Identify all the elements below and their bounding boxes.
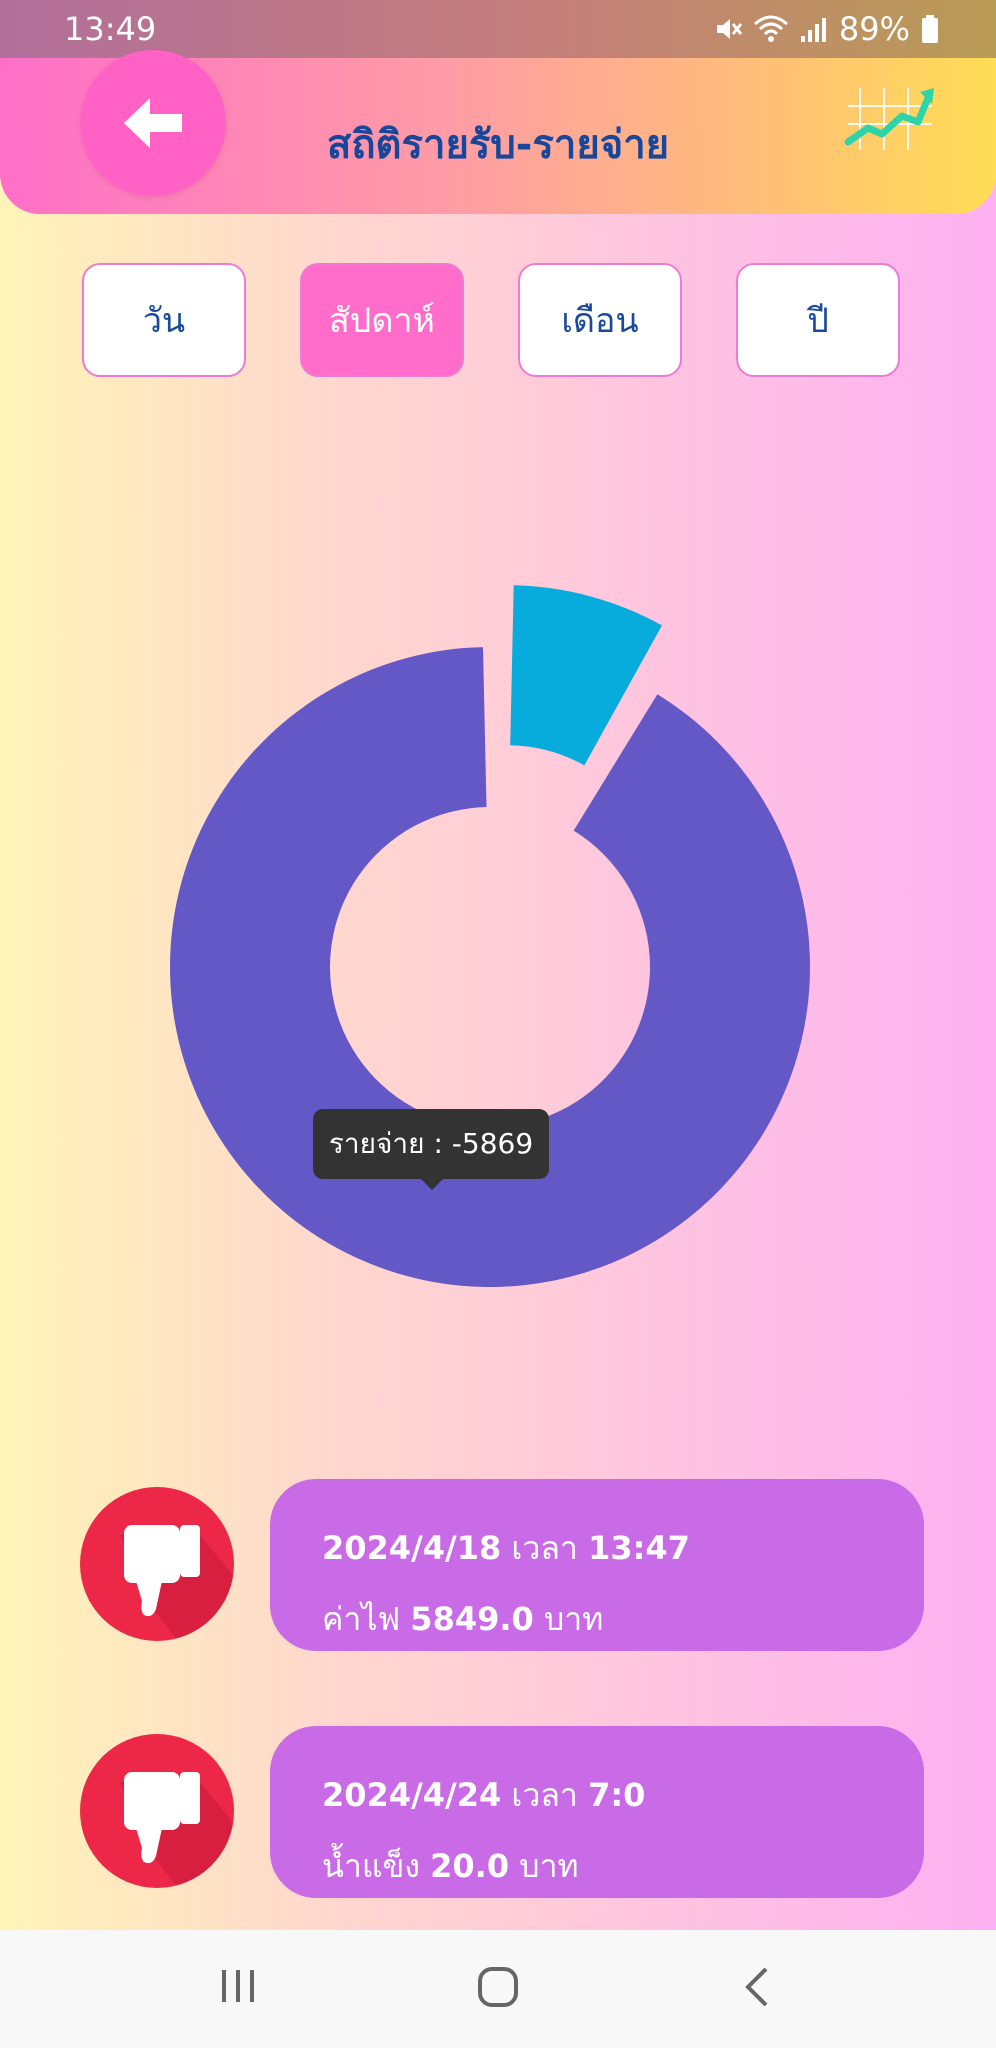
wifi-icon (753, 15, 788, 42)
period-tabs: วัน สัปดาห์ เดือน ปี (82, 263, 900, 377)
status-icons: 89% (713, 10, 940, 48)
donut-slice-expense[interactable] (169, 647, 811, 1287)
tab-month[interactable]: เดือน (518, 263, 682, 377)
expense-badge (80, 1487, 234, 1641)
transaction-row[interactable]: 2024/4/18 เวลา 13:47 ค่าไฟ 5849.0 บาท (78, 1479, 924, 1655)
transaction-time: 7:0 (588, 1776, 646, 1814)
back-nav-icon[interactable] (742, 1966, 772, 2008)
app-header: สถิติรายรับ-รายจ่าย (0, 50, 996, 214)
donut-chart (0, 430, 996, 1440)
signal-icon (800, 18, 826, 42)
recent-apps-icon[interactable] (218, 1966, 258, 2006)
thumbs-down-icon (120, 1525, 234, 1641)
transaction-card: 2024/4/24 เวลา 7:0 น้ำแข็ง 20.0 บาท (270, 1726, 924, 1898)
transaction-datetime: 2024/4/18 เวลา 13:47 (322, 1523, 924, 1574)
transaction-detail: น้ำแข็ง 20.0 บาท (322, 1841, 924, 1892)
transaction-row[interactable]: 2024/4/24 เวลา 7:0 น้ำแข็ง 20.0 บาท (78, 1726, 924, 1902)
tab-week[interactable]: สัปดาห์ (300, 263, 464, 377)
system-nav-bar (0, 1930, 996, 2048)
transaction-datetime: 2024/4/24 เวลา 7:0 (322, 1770, 924, 1821)
home-icon[interactable] (477, 1966, 519, 2008)
thumbs-down-icon (120, 1772, 234, 1888)
transaction-name: น้ำแข็ง (322, 1847, 420, 1885)
time-label: เวลา (511, 1776, 578, 1814)
trend-chart-icon (844, 88, 934, 150)
transaction-date: 2024/4/24 (322, 1776, 502, 1814)
expense-badge (80, 1734, 234, 1888)
tab-year[interactable]: ปี (736, 263, 900, 377)
currency-unit: บาท (519, 1847, 579, 1885)
transaction-amount: 5849.0 (410, 1600, 534, 1638)
tab-day[interactable]: วัน (82, 263, 246, 377)
transaction-card: 2024/4/18 เวลา 13:47 ค่าไฟ 5849.0 บาท (270, 1479, 924, 1651)
battery-percent: 89% (838, 10, 910, 48)
currency-unit: บาท (543, 1600, 604, 1638)
status-time: 13:49 (64, 10, 157, 48)
mute-icon (716, 19, 743, 39)
transaction-amount: 20.0 (430, 1847, 510, 1885)
transaction-name: ค่าไฟ (322, 1600, 401, 1638)
transaction-detail: ค่าไฟ 5849.0 บาท (322, 1594, 924, 1645)
chart-tooltip: รายจ่าย : -5869 (313, 1109, 549, 1190)
transaction-time: 13:47 (588, 1529, 690, 1567)
battery-icon (922, 15, 938, 43)
transaction-date: 2024/4/18 (322, 1529, 502, 1567)
time-label: เวลา (511, 1529, 578, 1567)
donut-chart-svg (169, 585, 811, 1287)
